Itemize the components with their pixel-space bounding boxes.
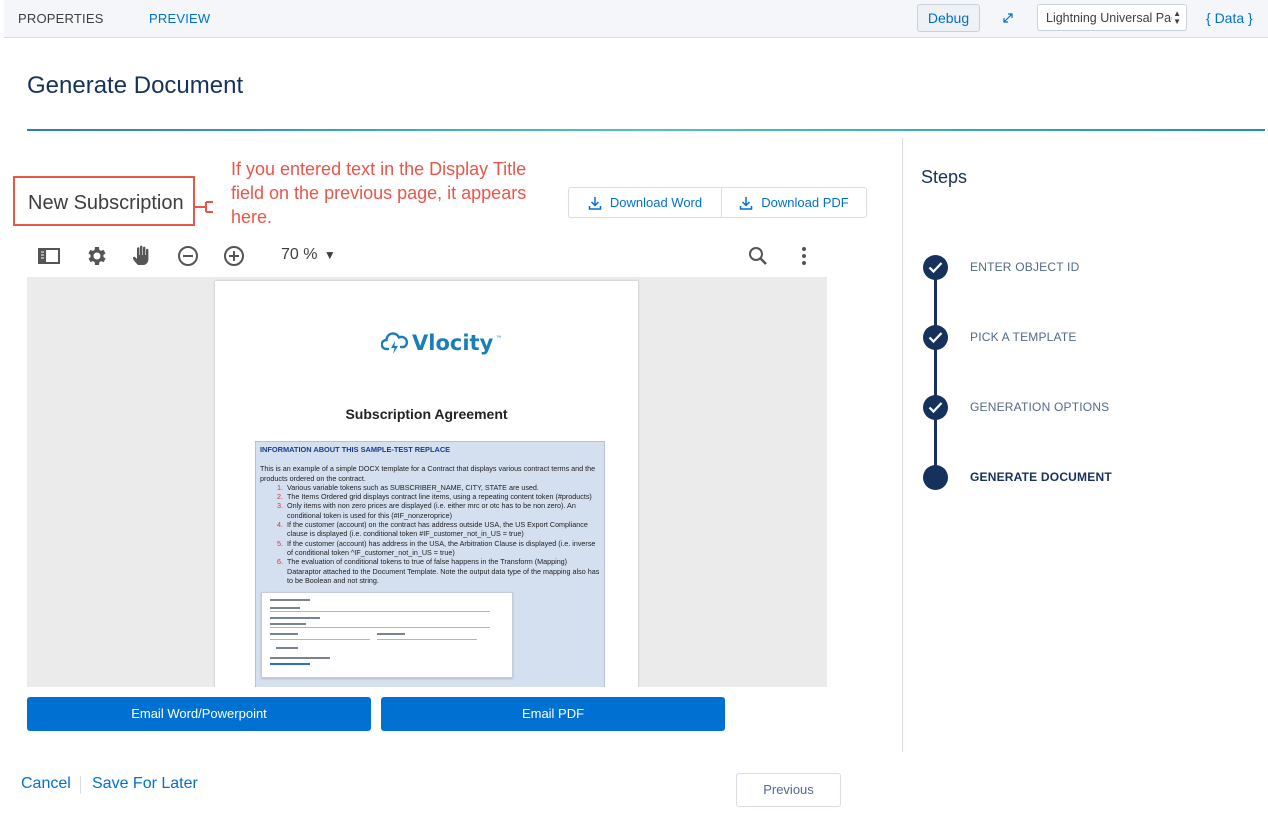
more-options-icon[interactable] — [792, 244, 816, 268]
cancel-link[interactable]: Cancel — [21, 775, 71, 793]
display-title: New Subscription — [13, 176, 195, 226]
layout-select-value: Lightning Universal Page — [1046, 11, 1172, 25]
gear-icon[interactable] — [84, 244, 108, 268]
document-list-item: If the customer (account) on the contrac… — [285, 520, 600, 539]
zoom-out-icon[interactable] — [176, 244, 200, 268]
email-pdf-button[interactable]: Email PDF — [381, 697, 725, 731]
data-link[interactable]: { Data } — [1206, 10, 1253, 26]
step-label-generation-options[interactable]: GENERATION OPTIONS — [970, 400, 1109, 414]
sidebar-toggle-icon[interactable] — [37, 244, 61, 268]
step-active-indicator — [923, 465, 948, 490]
document-body: INFORMATION ABOUT THIS SAMPLE-TEST REPLA… — [255, 441, 605, 687]
zoom-level-value: 70 % — [281, 246, 318, 263]
callout-connector — [195, 201, 213, 213]
step-complete-indicator — [923, 395, 948, 420]
panel-divider — [902, 138, 903, 752]
check-icon — [928, 262, 943, 274]
title-divider — [27, 129, 1265, 131]
document-list-item: Only items with non zero prices are disp… — [285, 501, 600, 520]
logo-text: Vlocity — [412, 331, 494, 355]
search-icon[interactable] — [746, 244, 770, 268]
document-list-item: Various variable tokens such as SUBSCRIB… — [285, 483, 600, 492]
download-icon — [588, 196, 602, 210]
caret-down-icon: ▼ — [323, 248, 336, 262]
document-list-item: If the customer (account) has address in… — [285, 539, 600, 558]
top-bar: PROPERTIES PREVIEW Debug Lightning Unive… — [4, 0, 1268, 38]
embedded-screenshot — [261, 592, 513, 678]
previous-button[interactable]: Previous — [736, 773, 841, 807]
document-heading: Subscription Agreement — [345, 406, 508, 422]
layout-select[interactable]: Lightning Universal Page ▲ ▼ — [1037, 4, 1187, 31]
vlocity-logo: Vlocity ™ — [381, 331, 501, 355]
document-list: Various variable tokens such as SUBSCRIB… — [285, 483, 600, 585]
link-separator — [80, 776, 81, 794]
step-label-generate-document: GENERATE DOCUMENT — [970, 470, 1112, 484]
zoom-in-icon[interactable] — [222, 244, 246, 268]
expand-icon[interactable] — [1000, 10, 1016, 26]
step-complete-indicator — [923, 255, 948, 280]
steps-track-line — [934, 268, 937, 478]
tab-properties[interactable]: PROPERTIES — [18, 11, 104, 26]
email-word-button[interactable]: Email Word/Powerpoint — [27, 697, 371, 731]
viewer-toolbar: 70 % ▼ — [27, 236, 827, 276]
download-button-group: Download Word Download PDF — [568, 187, 867, 218]
logo-trademark: ™ — [496, 335, 502, 341]
step-label-pick-a-template[interactable]: PICK A TEMPLATE — [970, 330, 1077, 344]
document-viewer[interactable]: Vlocity ™ Subscription Agreement INFORMA… — [27, 277, 827, 687]
check-icon — [928, 332, 943, 344]
download-icon — [740, 196, 753, 210]
download-word-label: Download Word — [609, 195, 703, 210]
step-complete-indicator — [923, 325, 948, 350]
select-arrows-icon: ▲ ▼ — [1173, 9, 1181, 26]
document-intro: This is an example of a simple DOCX temp… — [260, 464, 596, 483]
debug-button[interactable]: Debug — [917, 4, 980, 32]
hand-pan-icon[interactable] — [130, 244, 154, 268]
document-page: Vlocity ™ Subscription Agreement INFORMA… — [215, 281, 638, 687]
download-word-button[interactable]: Download Word — [569, 188, 722, 217]
save-for-later-link[interactable]: Save For Later — [92, 775, 198, 793]
steps-title: Steps — [921, 167, 968, 187]
download-pdf-button[interactable]: Download PDF — [722, 188, 866, 217]
document-list-item: The Items Ordered grid displays contract… — [285, 492, 600, 501]
cloud-bolt-icon — [381, 332, 409, 354]
step-label-enter-object-id[interactable]: ENTER OBJECT ID — [970, 260, 1079, 274]
download-pdf-label: Download PDF — [761, 195, 849, 210]
annotation-callout: If you entered text in the Display Title… — [231, 159, 527, 227]
page-title: Generate Document — [27, 72, 244, 99]
check-icon — [928, 402, 943, 414]
zoom-level-dropdown[interactable]: 70 % ▼ — [281, 246, 336, 264]
document-section-head: INFORMATION ABOUT THIS SAMPLE-TEST REPLA… — [260, 445, 451, 454]
tab-preview[interactable]: PREVIEW — [149, 11, 210, 26]
document-list-item: The evaluation of conditional tokens to … — [285, 557, 600, 585]
